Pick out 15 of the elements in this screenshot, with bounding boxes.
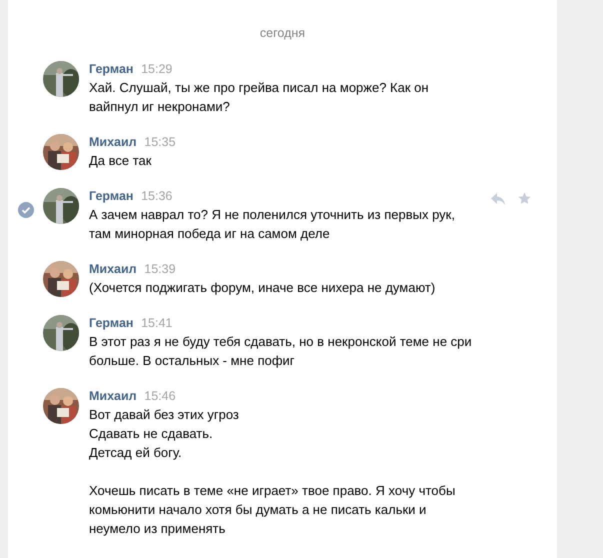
star-icon[interactable] bbox=[518, 192, 531, 205]
message-text: А зачем наврал то? Я не поленился уточнить из первых рук, там минорная победа иг на самом деле bbox=[89, 206, 456, 243]
author-name[interactable]: Михаил bbox=[89, 262, 137, 276]
author-name[interactable]: Герман bbox=[89, 316, 134, 330]
message-text: Хай. Слушай, ты же про грейва писал на морже? Как он вайпнул иг некронами? bbox=[89, 79, 430, 116]
author-name[interactable]: Герман bbox=[89, 62, 134, 76]
author-name[interactable]: Михаил bbox=[89, 135, 137, 149]
author-name[interactable]: Герман bbox=[89, 189, 134, 203]
author-name[interactable]: Михаил bbox=[89, 389, 137, 403]
message-text: Да все так bbox=[89, 152, 152, 170]
message-text: (Хочется поджигать форум, иначе все нихера не думают) bbox=[89, 279, 436, 297]
check-icon[interactable] bbox=[18, 202, 34, 218]
date-label: сегодня bbox=[260, 26, 306, 40]
message-text: В этот раз я не буду тебя сдавать, но в некронской теме не сри больше. В остальных - мне пофиг bbox=[89, 333, 473, 370]
message-text: Вот давай без этих угроз Сдавать не сдавать. Детсад ей богу. Хочешь писать в теме «не играет» твое право. Я хочу чтобы комьюнити начало хотя бы думать а не писать кальки и неумело из применять bbox=[89, 406, 456, 538]
